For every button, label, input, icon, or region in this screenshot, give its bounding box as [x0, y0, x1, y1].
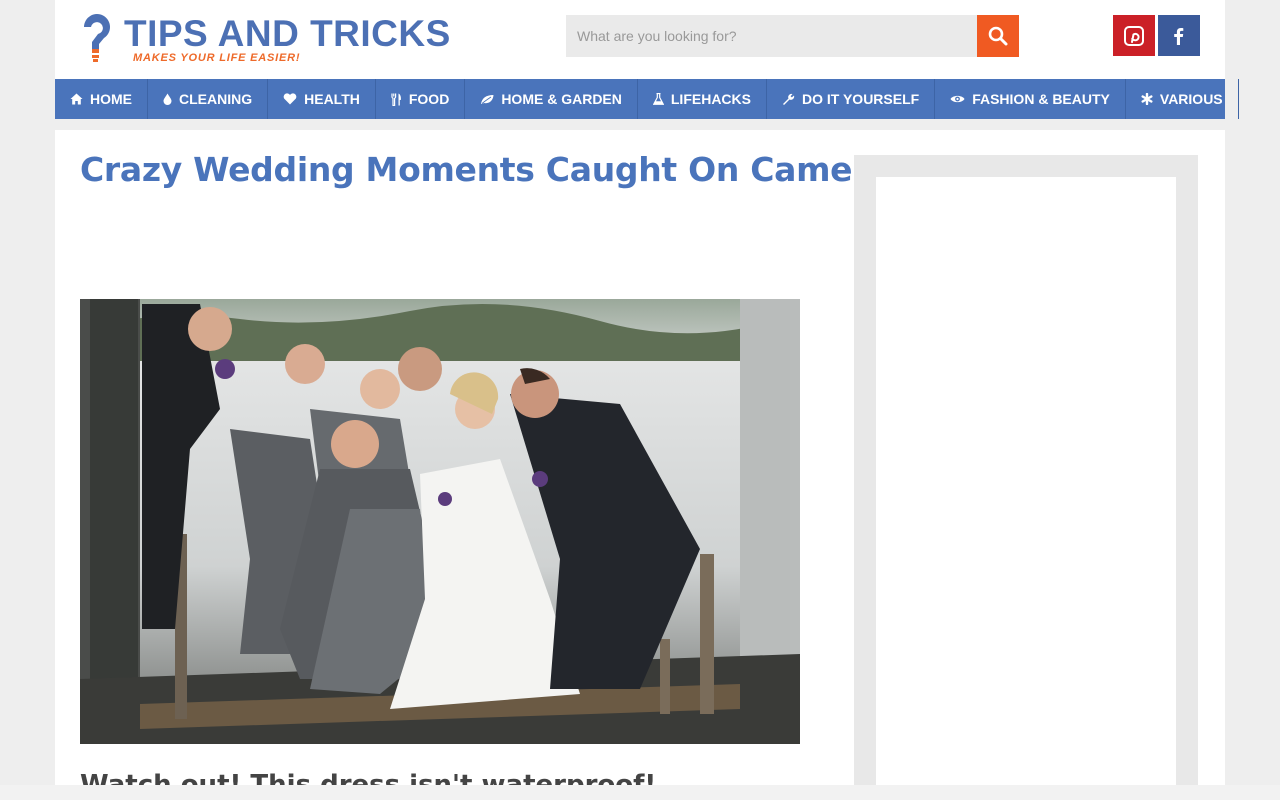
pinterest-icon — [1124, 25, 1144, 46]
nav-label: HOME & GARDEN — [501, 91, 622, 107]
nav-label: FASHION & BEAUTY — [972, 91, 1110, 107]
nav-item-do-it-yourself[interactable]: DO IT YOURSELF — [767, 79, 936, 119]
sidebar — [854, 155, 1198, 800]
bottom-bar — [0, 785, 1280, 800]
site-header: TIPS AND TRICKS MAKES YOUR LIFE EASIER! — [55, 0, 1225, 79]
cutlery-icon — [391, 93, 402, 106]
nav-item-fashion-beauty[interactable]: FASHION & BEAUTY — [935, 79, 1126, 119]
search-icon — [988, 26, 1008, 46]
leaf-icon — [480, 94, 494, 105]
nav-item-home[interactable]: HOME — [55, 79, 148, 119]
nav-item-cleaning[interactable]: CLEANING — [148, 79, 269, 119]
wrench-icon — [782, 93, 795, 106]
nav-item-home-garden[interactable]: HOME & GARDEN — [465, 79, 638, 119]
search-input[interactable] — [566, 15, 977, 57]
flask-icon — [652, 93, 664, 105]
nav-label: HOME — [90, 91, 132, 107]
search-button[interactable] — [977, 15, 1019, 57]
lightbulb-question-icon — [84, 14, 110, 62]
article-image[interactable] — [80, 299, 800, 744]
logo-title: TIPS AND TRICKS — [124, 13, 451, 54]
nav-label: DO IT YOURSELF — [802, 91, 920, 107]
logo-tagline: MAKES YOUR LIFE EASIER! — [133, 52, 301, 64]
nav-item-health[interactable]: HEALTH — [268, 79, 376, 119]
home-icon — [70, 93, 83, 105]
nav-label: VARIOUS — [1159, 91, 1223, 107]
pinterest-button[interactable] — [1113, 15, 1155, 56]
nav-item-various[interactable]: VARIOUS — [1126, 79, 1239, 119]
facebook-icon — [1174, 27, 1184, 45]
nav-item-lifehacks[interactable]: LIFEHACKS — [638, 79, 767, 119]
site-logo[interactable]: TIPS AND TRICKS MAKES YOUR LIFE EASIER! — [80, 13, 480, 64]
eye-icon — [950, 94, 965, 104]
facebook-button[interactable] — [1158, 15, 1200, 56]
article-title: Crazy Wedding Moments Caught On Camera — [80, 150, 891, 189]
drop-icon — [163, 93, 172, 105]
wedding-photo — [80, 299, 800, 744]
nav-label: CLEANING — [179, 91, 253, 107]
nav-label: LIFEHACKS — [670, 91, 751, 107]
heart-icon — [283, 93, 297, 105]
sidebar-ad-slot — [876, 177, 1176, 800]
page-wrapper: TIPS AND TRICKS MAKES YOUR LIFE EASIER! — [55, 0, 1239, 800]
search-form — [566, 15, 1019, 57]
nav-label: FOOD — [408, 91, 450, 107]
main-nav: HOME CLEANING HEALTH FOOD HOME & GARDEN — [55, 79, 1239, 119]
nav-label: HEALTH — [304, 91, 360, 107]
main-content: Crazy Wedding Moments Caught On Camera — [55, 130, 1225, 800]
nav-item-food[interactable]: FOOD — [376, 79, 466, 119]
asterisk-icon — [1141, 93, 1153, 105]
